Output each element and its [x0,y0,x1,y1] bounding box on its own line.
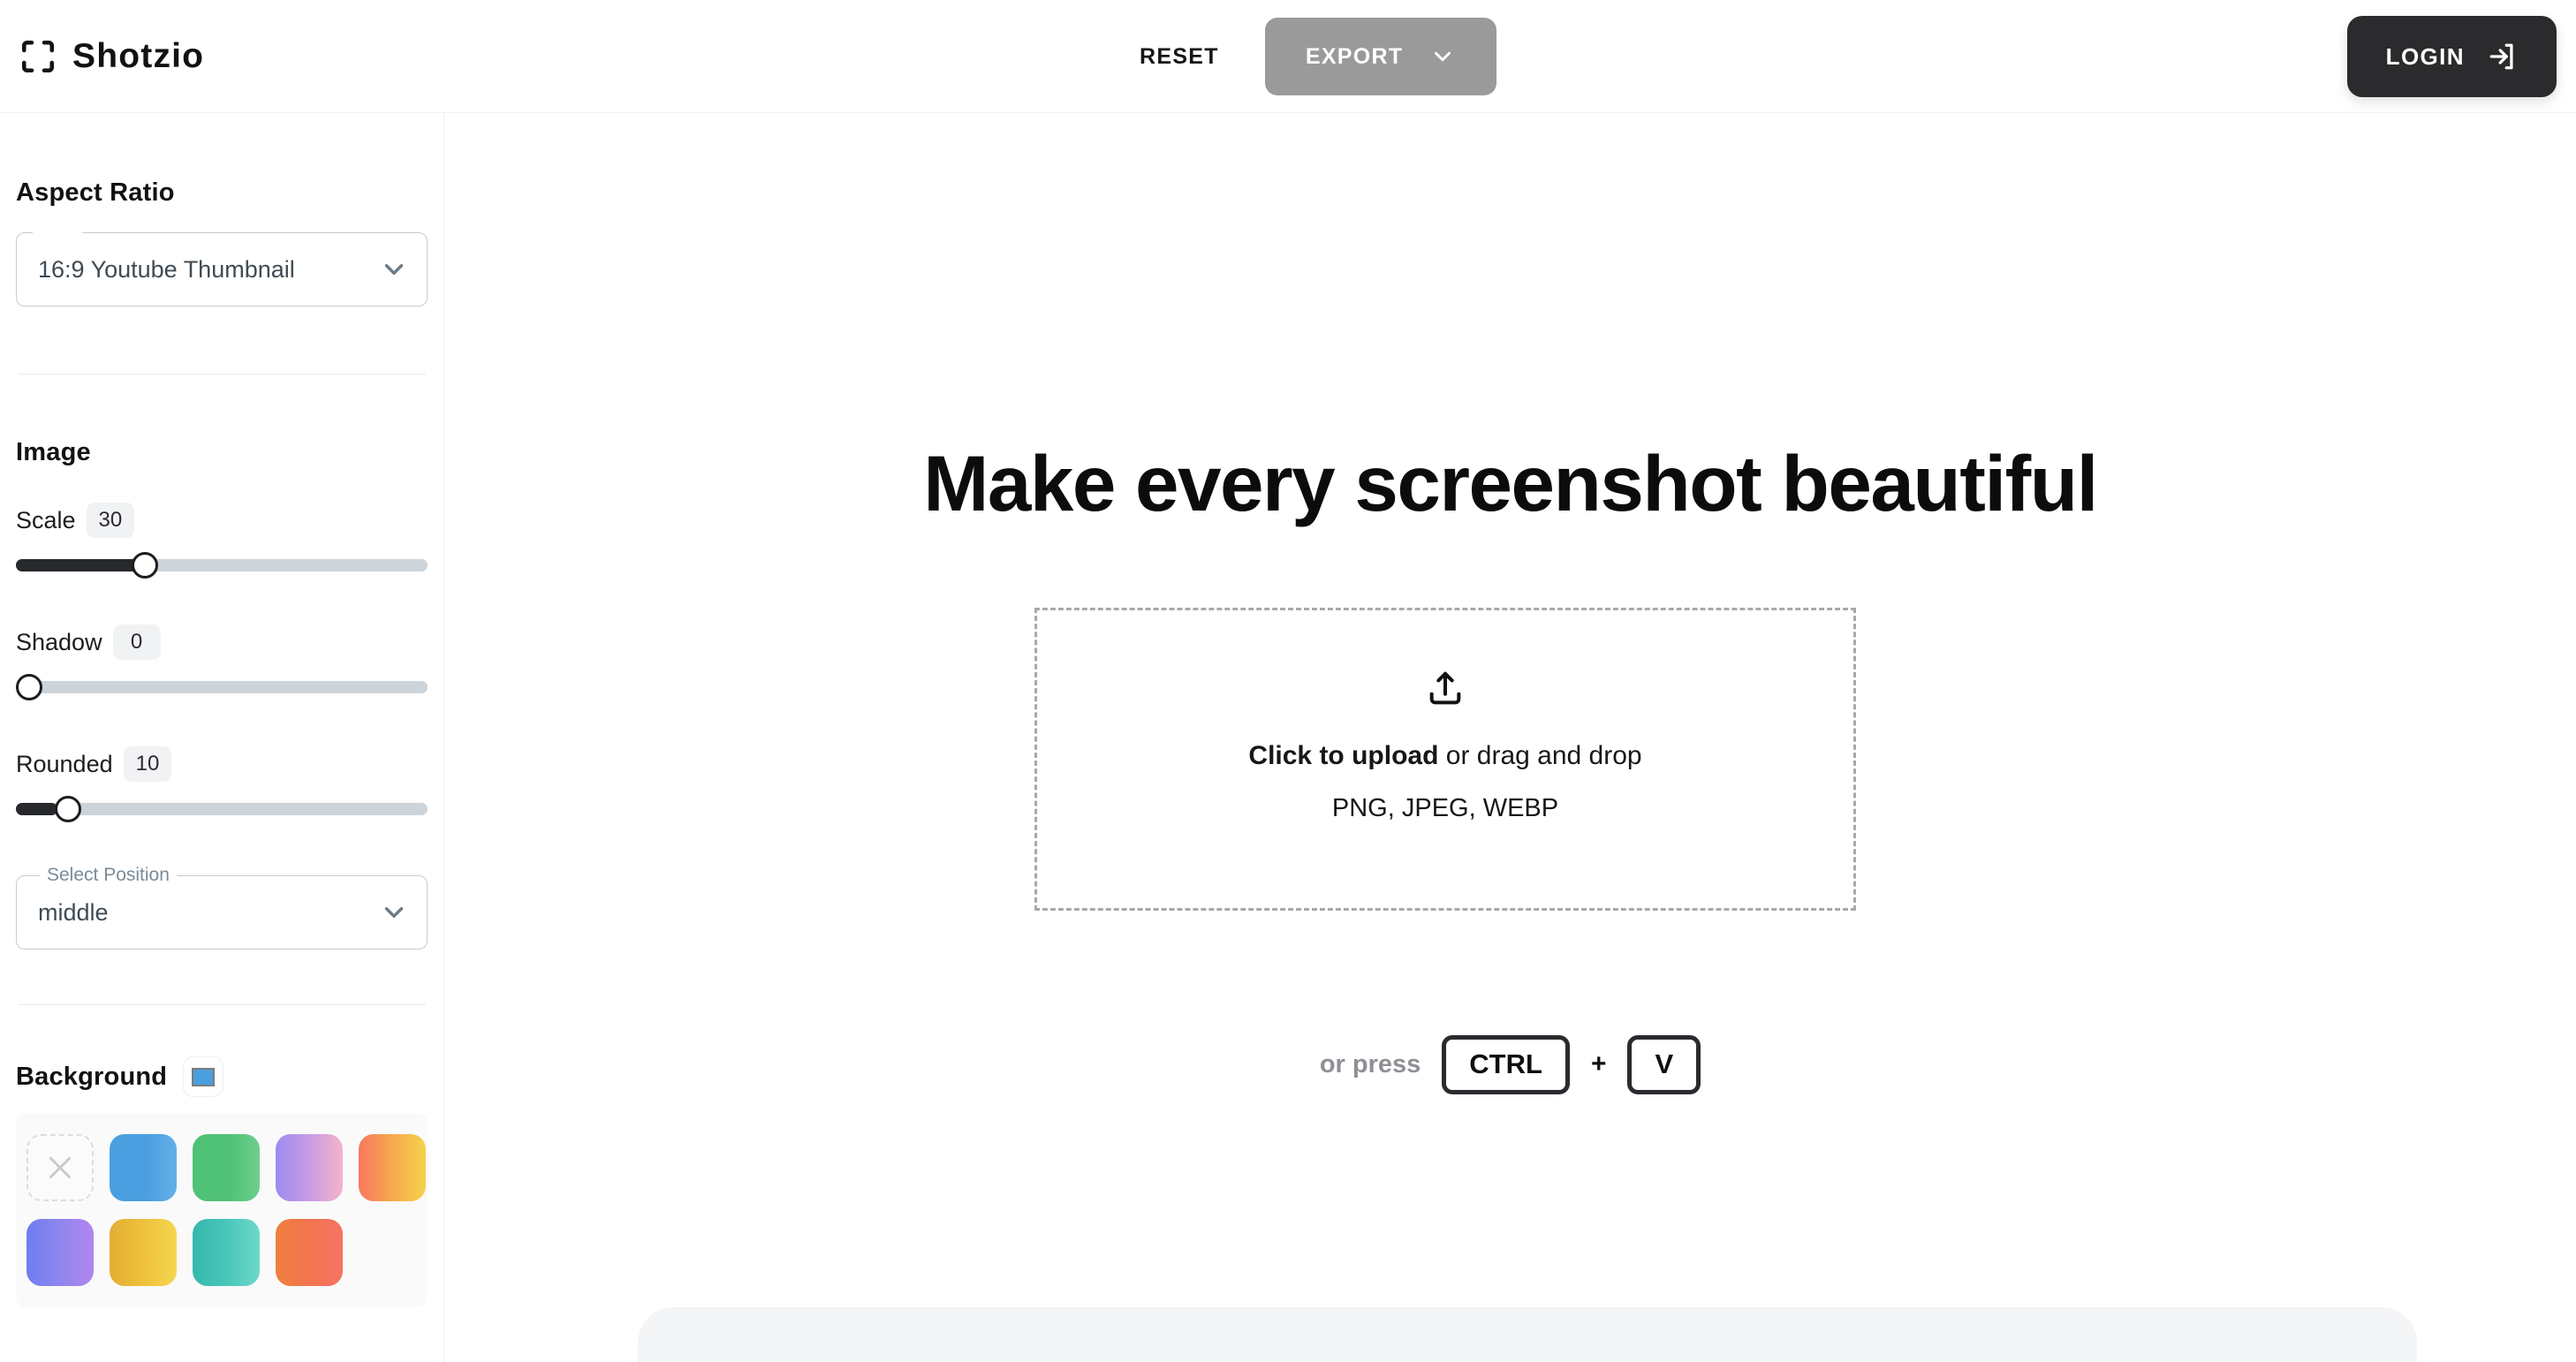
app-root: Shotzio RESET EXPORT LOGIN Aspect Ratio [0,0,2576,1362]
position-select[interactable]: Select Position middle [16,863,428,950]
swatch-cell [193,1210,276,1295]
shortcut-prefix: or press [1319,1049,1421,1078]
shortcut-separator: + [1590,1049,1607,1079]
swatch-cell [359,1210,442,1295]
slider-thumb[interactable] [54,796,81,822]
position-value: middle [38,898,109,926]
scale-value: 30 [86,503,135,538]
dropzone-formats: PNG, JPEG, WEBP [1331,794,1559,822]
page-title: Make every screenshot beautiful [923,439,2098,527]
reset-button[interactable]: RESET [1131,34,1228,80]
slider-thumb[interactable] [131,552,158,579]
close-x-icon [49,1157,71,1178]
background-swatch-orange-yellow[interactable] [359,1134,426,1201]
shadow-label: Shadow [16,628,102,655]
background-swatch-lime-mint[interactable] [359,1219,426,1286]
login-button-label: LOGIN [2385,42,2465,70]
background-section: Background [16,1056,428,1307]
swatch-cell [193,1125,276,1210]
background-swatch-orange-salmon[interactable] [276,1219,343,1286]
background-color-picker[interactable] [183,1056,224,1097]
swatch-cell [276,1125,359,1210]
background-swatch-purple-pink[interactable] [276,1134,343,1201]
background-title: Background [16,1062,168,1091]
rounded-slider[interactable] [16,796,428,822]
aspect-ratio-value: 16:9 Youtube Thumbnail [38,255,295,283]
swatch-cell [27,1125,110,1210]
upload-dropzone[interactable]: Click to upload or drag and drop PNG, JP… [1034,608,1856,911]
background-swatch-none[interactable] [27,1134,94,1201]
bottom-panel [638,1307,2417,1362]
login-button[interactable]: LOGIN [2346,16,2557,97]
background-swatch-green[interactable] [193,1134,260,1201]
swatch-cell [110,1210,193,1295]
brand-name: Shotzio [72,37,205,75]
app-header: Shotzio RESET EXPORT LOGIN [0,0,2576,113]
chevron-down-icon [1435,51,1451,62]
aspect-ratio-section: Aspect Ratio 16:9 Youtube Thumbnail [16,178,428,306]
chevron-down-icon [384,907,404,918]
rounded-value: 10 [123,746,172,782]
slider-track [16,681,428,693]
rounded-slider-group: Rounded 10 [16,746,428,822]
header-actions: RESET EXPORT [1131,0,1497,113]
shadow-slider[interactable] [16,674,428,700]
image-title: Image [16,438,91,466]
scale-slider-group: Scale 30 [16,503,428,579]
slider-thumb[interactable] [16,674,42,700]
chevron-down-icon [384,264,404,275]
swatch-cell [359,1125,442,1210]
login-arrow-icon [2489,43,2513,70]
slider-fill [16,803,57,815]
shadow-value: 0 [112,624,161,660]
background-swatch-teal-mint[interactable] [193,1219,260,1286]
background-swatch-grid [27,1125,426,1295]
aspect-ratio-title: Aspect Ratio [16,178,175,207]
dropzone-cta-rest: or drag and drop [1438,741,1642,770]
divider [18,374,426,375]
crop-frame-icon [21,40,55,73]
dropzone-cta-bold: Click to upload [1248,741,1439,770]
export-button-label: EXPORT [1305,43,1404,69]
background-swatch-panel [16,1113,428,1307]
brand[interactable]: Shotzio [19,0,204,113]
slider-fill [16,559,140,571]
settings-sidebar: Aspect Ratio 16:9 Youtube Thumbnail Imag… [0,113,444,1362]
swatch-cell [27,1210,110,1295]
swatch-cell [110,1125,193,1210]
upload-icon [1429,671,1461,705]
dropzone-cta: Click to upload or drag and drop [1248,741,1641,771]
aspect-ratio-select[interactable]: 16:9 Youtube Thumbnail [16,232,428,306]
paste-shortcut-hint: or press CTRL + V [444,1035,2576,1094]
export-button[interactable]: EXPORT [1264,18,1497,95]
background-swatch-amber-yellow[interactable] [110,1219,177,1286]
shortcut-key-v: V [1627,1035,1701,1094]
rounded-label: Rounded [16,750,113,777]
scale-label: Scale [16,506,76,533]
position-select-label: Select Position [40,863,177,888]
background-swatch-indigo-violet[interactable] [27,1219,94,1286]
image-section: Image Scale 30 Shadow 0 Rounded 10 Selec… [16,438,428,950]
swatch-cell [276,1210,359,1295]
shadow-slider-group: Shadow 0 [16,624,428,700]
color-swatch-icon [192,1067,216,1086]
background-swatch-blue[interactable] [110,1134,177,1201]
preview-canvas: Make every screenshot beautiful Click to… [444,113,2576,1362]
divider [18,1004,426,1005]
shortcut-key-ctrl: CTRL [1442,1035,1570,1094]
scale-slider[interactable] [16,552,428,579]
select-notch [33,232,82,234]
